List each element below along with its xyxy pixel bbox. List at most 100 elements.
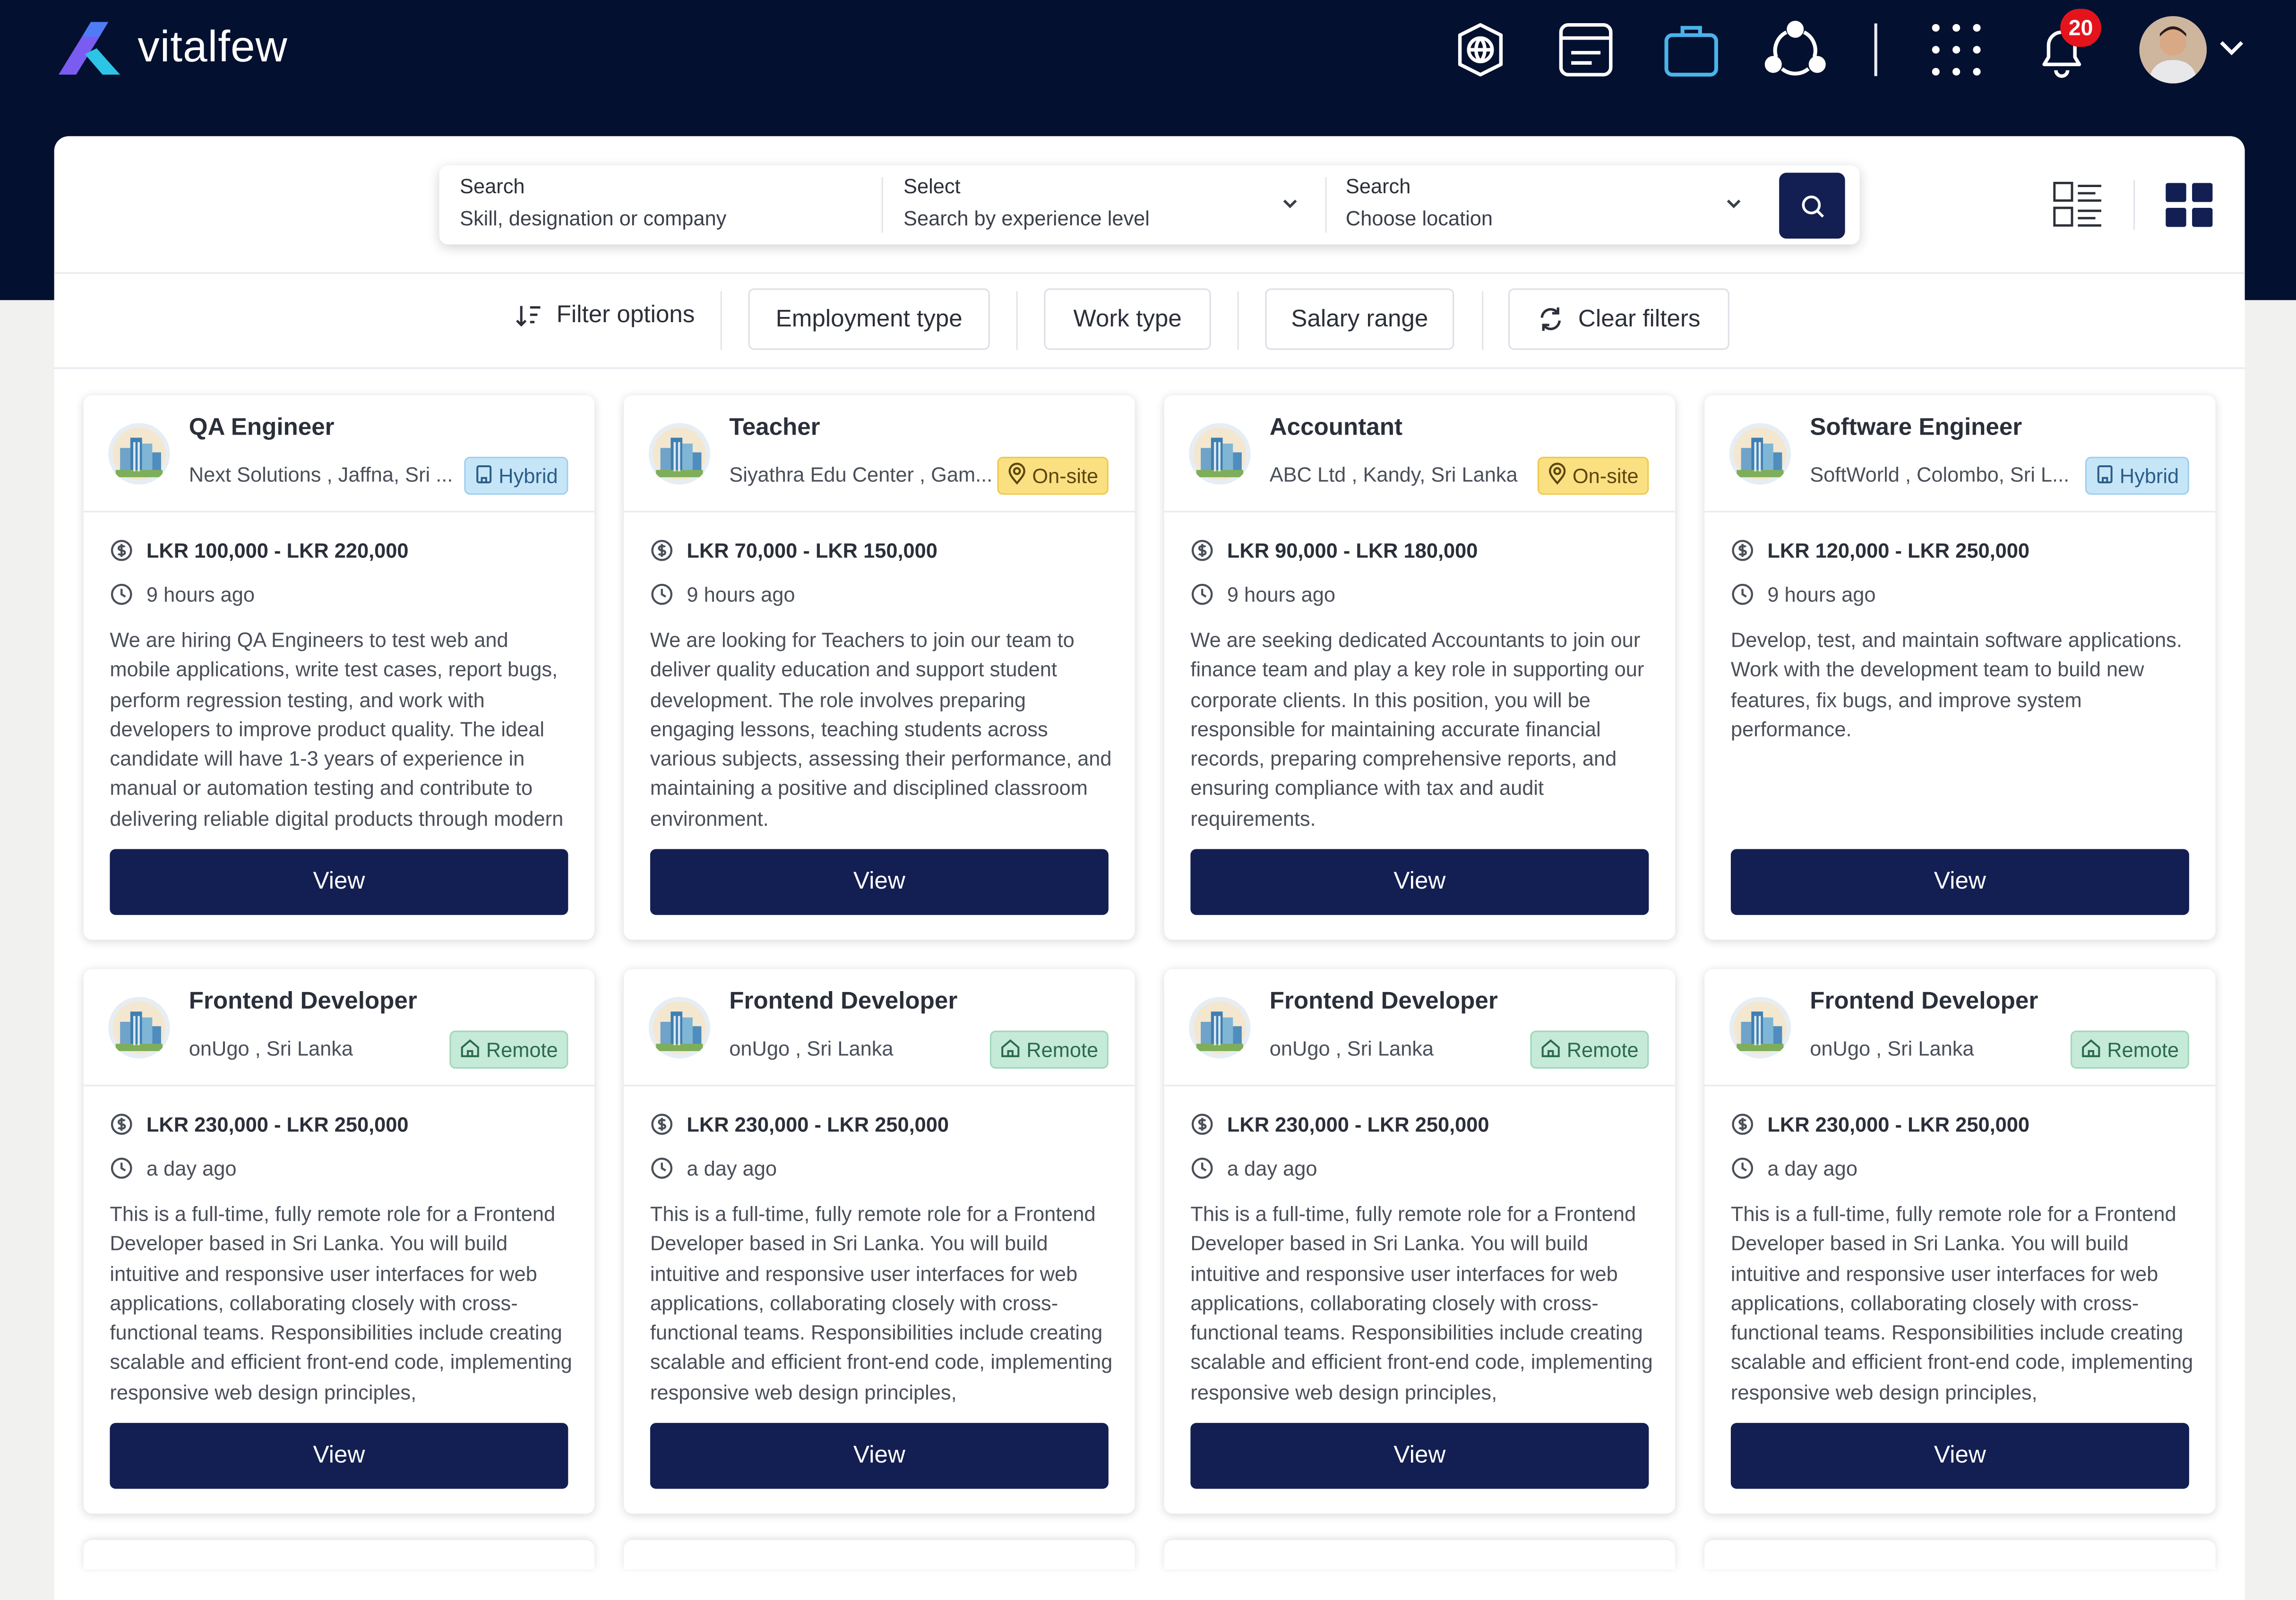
refresh-icon [1540,307,1561,331]
view-job-button[interactable]: View [650,849,1109,915]
view-job-button[interactable]: View [1730,849,2189,915]
work-type-badge: Hybrid [2084,456,2189,495]
company-location: onUgo , Sri Lanka [729,1036,894,1060]
apps-grid-icon[interactable] [1926,19,1987,80]
job-card[interactable]: Frontend Developer onUgo , Sri Lanka Rem… [1164,969,1676,1514]
notification-badge: 20 [2060,9,2101,47]
job-card-partial [1164,1540,1676,1570]
salary-range: LKR 100,000 - LKR 220,000 [146,539,409,562]
job-title: Accountant [1269,414,1402,441]
clock-icon [111,1157,132,1179]
company-logo [1189,423,1251,485]
keyword-search-input[interactable]: Skill, designation or company [460,206,726,230]
view-job-button[interactable]: View [110,1423,568,1489]
job-description: This is a full-time, fully remote role f… [1730,1202,2193,1404]
salary-row: LKR 230,000 - LKR 250,000 [650,1112,949,1136]
avatar[interactable] [2139,16,2207,84]
company-logo [1189,997,1251,1059]
job-card[interactable]: Accountant ABC Ltd , Kandy, Sri Lanka On… [1164,395,1676,940]
posted-row: a day ago [110,1156,236,1180]
filter-divider [1482,291,1484,350]
company-logo [648,997,710,1059]
dollar-circle-icon [1191,1113,1213,1135]
grid-view-icon[interactable] [2164,181,2214,228]
view-job-button[interactable]: View [1190,849,1649,915]
view-job-button[interactable]: View [110,849,568,915]
dollar-circle-icon [111,539,132,561]
network-icon[interactable] [1764,19,1826,80]
keyword-search-field[interactable]: Search Skill, designation or company [439,165,879,244]
clock-icon [651,583,673,605]
building-icon [2095,463,2114,488]
card-divider [83,511,595,513]
home-icon [460,1037,480,1062]
dollar-circle-icon [1732,1113,1754,1135]
posted-row: a day ago [1731,1156,1857,1180]
chevron-down-icon[interactable] [2217,38,2246,59]
salary-row: LKR 230,000 - LKR 250,000 [110,1112,409,1136]
experience-select-value[interactable]: Search by experience level [903,206,1150,230]
location-pin-icon [1007,462,1026,489]
salary-range: LKR 230,000 - LKR 250,000 [1767,1112,2030,1136]
work-type-badge: Remote [989,1030,1109,1069]
job-description: This is a full-time, fully remote role f… [650,1202,1113,1404]
company-location: Siyathra Edu Center , Gam... [729,462,993,486]
clear-filters-button[interactable]: Clear filters [1508,288,1729,350]
posted-row: 9 hours ago [110,582,255,606]
home-icon [1540,1037,1561,1062]
clock-icon [111,583,132,605]
company-location: Next Solutions , Jaffna, Sri ... [189,462,453,486]
view-job-button[interactable]: View [1190,1423,1649,1489]
location-select[interactable]: Search Choose location [1325,165,1765,244]
company-logo [108,997,170,1059]
posted-time: a day ago [146,1156,237,1180]
search-button[interactable] [1779,172,1845,239]
work-type-label: Hybrid [2119,464,2179,488]
home-icon [2081,1037,2101,1062]
view-job-button[interactable]: View [650,1423,1109,1489]
brand-logo[interactable]: vitalfew [56,19,288,77]
salary-range-filter[interactable]: Salary range [1265,288,1454,350]
work-type-badge: On-site [997,456,1109,495]
salary-row: LKR 230,000 - LKR 250,000 [1731,1112,2029,1136]
home-icon [2082,1038,2100,1057]
posted-row: a day ago [650,1156,777,1180]
salary-row: LKR 120,000 - LKR 250,000 [1731,539,2029,562]
clock-icon [1191,1157,1213,1179]
card-divider [1164,1085,1676,1087]
nav-divider [1874,23,1877,77]
company-logo [1729,997,1791,1059]
list-view-icon[interactable] [2052,180,2105,230]
work-type-filter[interactable]: Work type [1044,288,1211,350]
clock-icon [1732,1157,1754,1179]
document-icon[interactable] [1555,19,1617,80]
view-job-button[interactable]: View [1730,1423,2189,1489]
job-card[interactable]: Frontend Developer onUgo , Sri Lanka Rem… [624,969,1135,1514]
salary-row: LKR 70,000 - LKR 150,000 [650,539,937,562]
card-divider [83,1085,595,1087]
employment-type-filter[interactable]: Employment type [748,288,990,350]
card-divider [1704,511,2216,513]
job-listing-page: vitalfew 20 Search Skill, designation or… [0,0,2296,1600]
location-select-value[interactable]: Choose location [1346,206,1493,230]
company-location: onUgo , Sri Lanka [1810,1036,1974,1060]
work-type-label: On-site [1572,464,1639,488]
location-pin-icon [1008,462,1025,485]
chevron-down-icon[interactable] [1280,193,1300,214]
job-card[interactable]: Teacher Siyathra Edu Center , Gam... On-… [624,395,1135,940]
job-card[interactable]: QA Engineer Next Solutions , Jaffna, Sri… [83,395,595,940]
chevron-down-icon[interactable] [1723,193,1744,214]
experience-select[interactable]: Select Search by experience level [883,165,1323,244]
job-card[interactable]: Frontend Developer onUgo , Sri Lanka Rem… [1704,969,2216,1514]
job-card[interactable]: Frontend Developer onUgo , Sri Lanka Rem… [83,969,595,1514]
briefcase-icon[interactable] [1660,19,1722,80]
filter-options-button[interactable]: Filter options [514,301,695,329]
posted-row: 9 hours ago [1731,582,1876,606]
job-title: Frontend Developer [1810,988,2038,1015]
clock-icon [1191,583,1213,605]
job-card[interactable]: Software Engineer SoftWorld , Colombo, S… [1704,395,2216,940]
work-type-badge: Hybrid [463,456,568,495]
company-logo [648,423,710,485]
search-bar: Search Skill, designation or company Sel… [439,165,1860,245]
globe-icon[interactable] [1450,19,1511,80]
